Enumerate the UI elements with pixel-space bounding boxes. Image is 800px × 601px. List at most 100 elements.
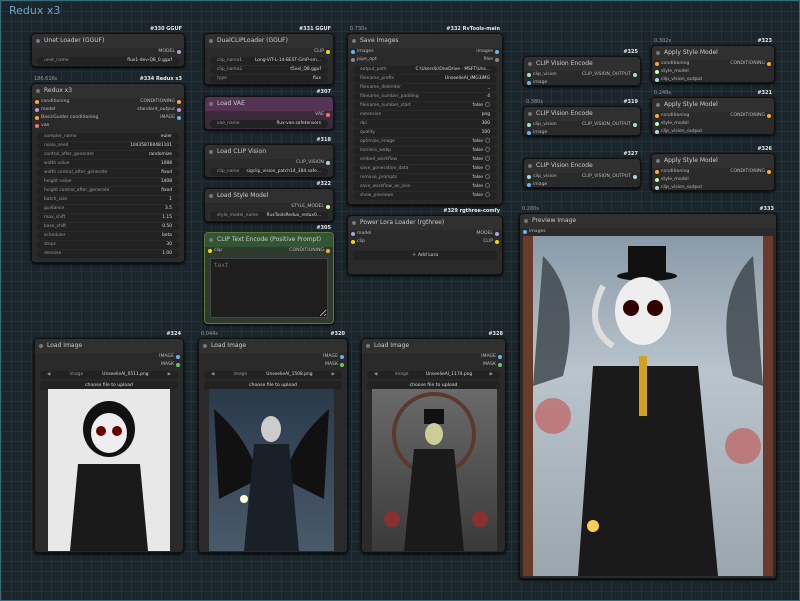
apply-style-model-node-1[interactable]: 0.302s #323 Apply Style Model conditioni… [651,38,775,84]
widget-show-previews[interactable]: show_previews false [353,192,497,200]
node-title[interactable]: CLIP Vision Encode [524,107,640,121]
toggle-icon[interactable] [485,174,490,179]
output-conditioning[interactable]: CONDITIONING [205,247,333,255]
widget-image[interactable]: ◀ image UnseelieAI_0511.png ▶ [40,371,178,379]
output-model[interactable]: MODEL [348,230,502,238]
socket-dot[interactable] [633,123,637,127]
output-clip-vision-output[interactable]: CLIP_VISION_OUTPUT [524,71,640,79]
node-title[interactable]: Power Lora Loader (rgthree) [348,216,502,230]
widget-scheduler[interactable]: scheduler beta [37,232,179,240]
load-image-node-1[interactable]: #324 Load Image IMAGE MASK ◀ image Unseelie… [34,331,184,553]
toggle-icon[interactable] [485,192,490,197]
widget-unet-name[interactable]: unet_name flux1-dev-Q8_0.gguf [37,57,179,65]
widget-quality[interactable]: quality 100 [353,129,497,137]
node-title[interactable]: Load Style Model [205,189,333,203]
socket-dot[interactable] [176,355,180,359]
socket-dot[interactable] [655,70,659,74]
socket-dot[interactable] [498,355,502,359]
socket-dot[interactable] [655,78,659,82]
node-title[interactable]: Load Image [35,339,183,353]
socket-dot[interactable] [495,232,499,236]
power-lora-node[interactable]: #329 rgthree-comfy Power Lora Loader (rg… [347,208,503,275]
chevron-right-icon[interactable]: ▶ [168,371,171,379]
output-standard-output[interactable]: standard_output [32,106,184,114]
widget-type[interactable]: type flux [210,75,328,83]
preview-image-node[interactable]: 0.200s #333 Preview Image images [519,206,777,579]
input-image[interactable]: image [524,79,640,87]
widget-remove-prompts[interactable]: remove_prompts false [353,174,497,182]
socket-dot[interactable] [767,62,771,66]
output-conditioning[interactable]: CONDITIONING [652,60,774,68]
socket-dot[interactable] [177,116,181,120]
node-title[interactable]: Load VAE [205,97,333,111]
output-clip[interactable]: CLIP [205,48,333,56]
output-mask[interactable]: MASK [35,361,183,369]
output-image[interactable]: IMAGE [199,353,347,361]
widget-image[interactable]: ◀ image UnseelieAI_1508.png ▶ [204,371,342,379]
node-title[interactable]: Load Image [199,339,347,353]
toggle-icon[interactable] [485,165,490,170]
chevron-right-icon[interactable]: ▶ [332,371,335,379]
output-clip-vision-output[interactable]: CLIP_VISION_OUTPUT [524,121,640,129]
socket-dot[interactable] [633,175,637,179]
widget-optimize-image[interactable]: optimize_image false [353,138,497,146]
clip-text-encode-node[interactable]: #305 CLIP Text Encode (Positive Prompt) … [204,225,334,324]
widget-embed-workflow[interactable]: embed_workflow false [353,156,497,164]
widget-control-after-generate[interactable]: control_after_generate randomize [37,151,179,159]
apply-style-model-node-3[interactable]: #326 Apply Style Model conditioning style… [651,146,775,192]
widget-steps[interactable]: steps 30 [37,241,179,249]
output-image[interactable]: IMAGE [362,353,505,361]
socket-dot[interactable] [527,81,531,85]
toggle-icon[interactable] [485,147,490,152]
socket-dot[interactable] [177,100,181,104]
output-image[interactable]: IMAGE [35,353,183,361]
chevron-left-icon[interactable]: ◀ [47,371,50,379]
input-image[interactable]: image [524,129,640,137]
output-conditioning[interactable]: CONDITIONING [652,168,774,176]
clip-vision-encode-node-3[interactable]: #327 CLIP Vision Encode clip_vision image… [523,151,641,188]
node-title[interactable]: Load CLIP Vision [205,145,333,159]
output-clip-vision[interactable]: CLIP_VISION [205,159,333,167]
widget-save-generation-data[interactable]: save_generation_data false [353,165,497,173]
output-conditioning[interactable]: CONDITIONING [32,98,184,106]
toggle-icon[interactable] [485,156,490,161]
chevron-left-icon[interactable]: ◀ [374,371,377,379]
widget-guidance[interactable]: guidance 3.5 [37,205,179,213]
output-style-model[interactable]: STYLE_MODEL [205,203,333,211]
widget-batch-size[interactable]: batch_size 1 [37,196,179,204]
input-clip-vision-output[interactable]: clip_vision_output [652,128,774,136]
node-title[interactable]: Apply Style Model [652,98,774,112]
input-clip-vision-output[interactable]: clip_vision_output [652,184,774,192]
widget-max-shift[interactable]: max_shift 1.15 [37,214,179,222]
clip-vision-encode-node-1[interactable]: #325 CLIP Vision Encode clip_vision image… [523,49,641,87]
socket-dot[interactable] [340,355,344,359]
input-style-model[interactable]: style_model [652,176,774,184]
input-clip-vision-output[interactable]: clip_vision_output [652,76,774,84]
input-vae[interactable]: vae [32,122,184,130]
save-images-node[interactable]: 0.730s #332 RvTools-main Save Images ima… [347,26,503,205]
output-image[interactable]: IMAGE [32,114,184,122]
output-images[interactable]: images [348,48,502,56]
output-clip[interactable]: CLIP [348,238,502,246]
widget-filename-number-padding[interactable]: filename_number_padding 4 [353,93,497,101]
socket-dot[interactable] [655,130,659,134]
widget-clip-name[interactable]: clip_name sigclip_vision_patch14_384.safe… [210,168,328,176]
node-title[interactable]: Redux x3 [32,84,184,98]
input-style-model[interactable]: style_model [652,68,774,76]
socket-dot[interactable] [655,186,659,190]
node-title[interactable]: CLIP Vision Encode [524,57,640,71]
widget-output-path[interactable]: output_path C:\Users\k\OneDrive - MSFT\Un… [353,66,497,74]
load-image-node-3[interactable]: #328 Load Image IMAGE MASK ◀ image Unseelie… [361,331,506,553]
node-title[interactable]: Unet Loader (GGUF) [32,34,184,48]
socket-dot[interactable] [633,73,637,77]
add-lora-button[interactable]: ＋ Add Lora [353,251,497,260]
toggle-icon[interactable] [485,183,490,188]
widget-denoise[interactable]: denoise 1.00 [37,250,179,258]
output-model[interactable]: MODEL [32,48,184,56]
input-images[interactable]: images [520,228,776,236]
widget-image[interactable]: ◀ image UnseelieAI_1174.png ▶ [367,371,500,379]
socket-dot[interactable] [177,108,181,112]
input-style-model[interactable]: style_model [652,120,774,128]
widget-clip-name2[interactable]: clip_name2 t5xxl_Q8.gguf [210,66,328,74]
toggle-icon[interactable] [485,102,490,107]
